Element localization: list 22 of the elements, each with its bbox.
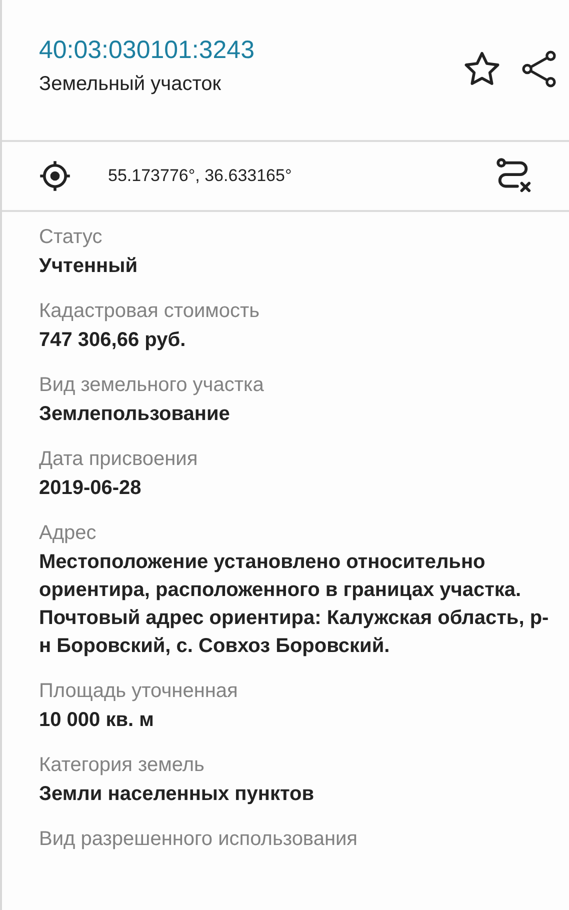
- field-label: Категория земель: [39, 753, 206, 778]
- location-target-icon[interactable]: [38, 159, 72, 193]
- field-value: 10 000 кв. м: [39, 708, 155, 733]
- cadastral-number: 40:03:030101:3243: [39, 35, 254, 65]
- field-value: Местоположение установлено относительно ориентира, расположенного в границах участка. Почтовый адрес ориентира: Калужская область, р-н Боровский, с. Совхоз Боровский.: [39, 550, 549, 659]
- share-icon[interactable]: [521, 50, 557, 88]
- field-value: Землепользование: [39, 402, 231, 427]
- field-label: Площадь уточненная: [39, 679, 239, 704]
- route-icon[interactable]: [495, 157, 531, 195]
- field-label: Вид земельного участка: [39, 373, 265, 398]
- star-icon[interactable]: [463, 51, 501, 87]
- field-label: Адрес: [39, 521, 98, 546]
- field-label: Кадастровая стоимость: [39, 299, 261, 324]
- field-value: 747 306,66 руб.: [39, 328, 187, 353]
- coordinates-text: 55.173776°, 36.633165°: [108, 165, 293, 188]
- field-value: Земли населенных пунктов: [39, 782, 316, 807]
- field-label: Вид разрешенного использования: [39, 827, 359, 852]
- field-label: Статус: [39, 225, 104, 250]
- field-value: 2019-06-28: [39, 476, 142, 501]
- object-type: Земельный участок: [39, 72, 222, 97]
- field-value: Учтенный: [39, 254, 139, 279]
- field-label: Дата присвоения: [39, 447, 199, 472]
